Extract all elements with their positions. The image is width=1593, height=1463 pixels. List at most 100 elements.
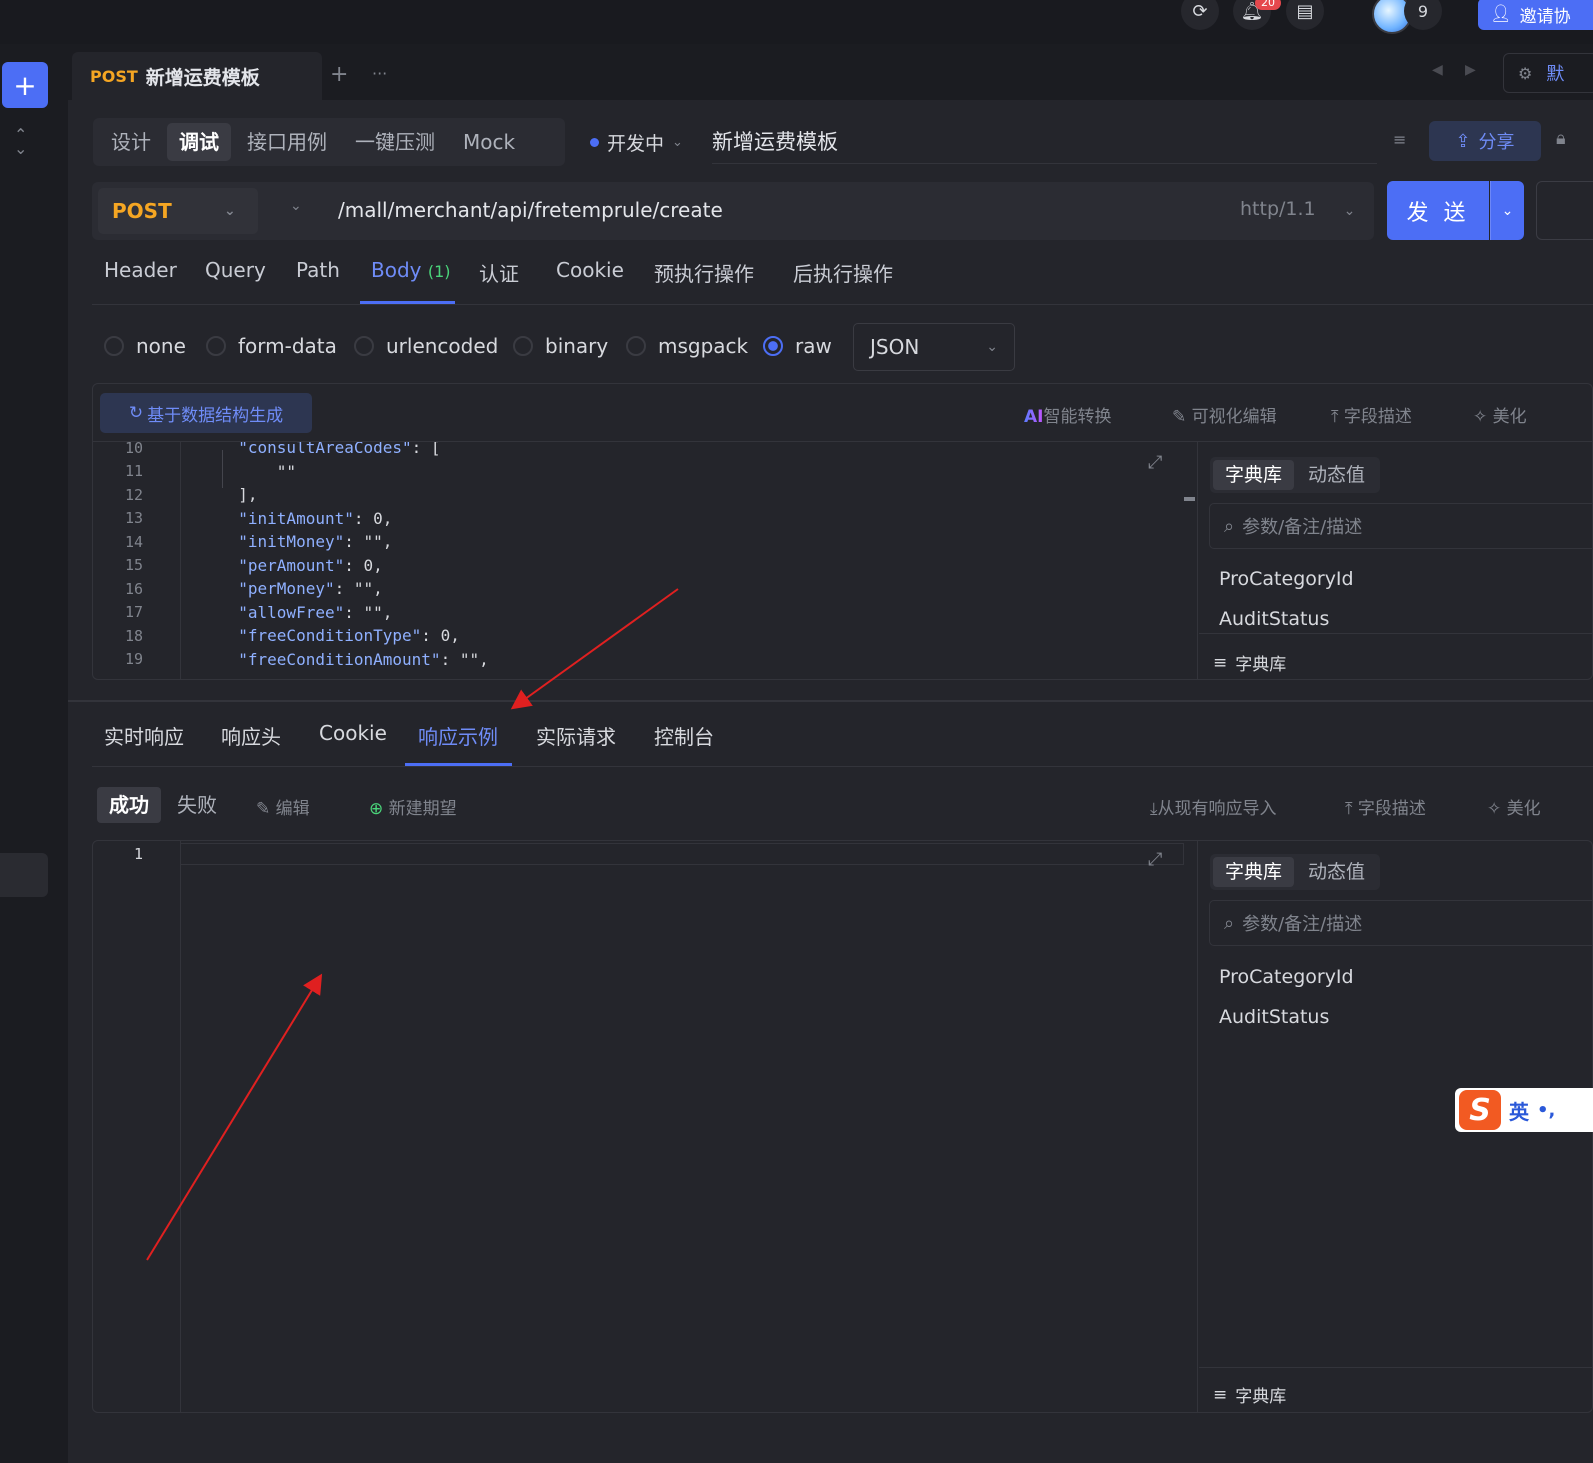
tab-debug[interactable]: 调试 <box>167 123 231 161</box>
tab-realtime-response[interactable]: 实时响应 <box>104 721 184 750</box>
tab-dynamic-values[interactable]: 动态值 <box>1296 460 1377 490</box>
protocol-select[interactable]: http/1.1 ⌄ <box>1240 198 1355 220</box>
raw-format-select[interactable]: JSON ⌄ <box>853 323 1015 371</box>
method-select[interactable]: POST ⌄ <box>98 188 258 234</box>
radio-urlencoded[interactable]: urlencoded <box>354 334 498 358</box>
side-list: ProCategoryId AuditStatus <box>1219 966 1354 1028</box>
tab-next-icon[interactable]: ▶ <box>1465 62 1476 78</box>
add-tab-button[interactable]: + <box>330 62 348 87</box>
radio-form-data[interactable]: form-data <box>206 334 337 358</box>
code-text: "allowFree": "", <box>238 602 393 622</box>
search-placeholder: 参数/备注/描述 <box>1242 914 1363 935</box>
code-line[interactable]: 12 ], <box>93 483 1183 507</box>
divider <box>92 304 1593 305</box>
field-desc-button[interactable]: ⤒ 字段描述 <box>1345 794 1426 819</box>
side-footer[interactable]: ≡ 字典库 <box>1213 650 1286 676</box>
tab-pre-operations[interactable]: 预执行操作 <box>654 258 754 287</box>
radio-binary[interactable]: binary <box>513 334 608 358</box>
list-item[interactable]: AuditStatus <box>1219 1006 1354 1028</box>
tab-body[interactable]: Body (1) <box>371 258 451 282</box>
ai-convert-button[interactable]: AI智能转换 <box>1024 402 1111 427</box>
line-number: 13 <box>124 509 143 528</box>
tab-cookie[interactable]: Cookie <box>556 258 624 282</box>
code-line[interactable]: 10 "consultAreaCodes": [ <box>93 442 1183 460</box>
tab-cases[interactable]: 接口用例 <box>235 123 339 161</box>
code-line[interactable]: 13 "initAmount": 0, <box>93 507 1183 531</box>
save-button[interactable] <box>1536 181 1593 240</box>
tab-actual-request[interactable]: 实际请求 <box>536 721 616 750</box>
code-line[interactable]: 17 "allowFree": "", <box>93 601 1183 625</box>
format-icon[interactable]: ≡ <box>1393 130 1406 149</box>
side-footer[interactable]: ≡ 字典库 <box>1213 1382 1286 1408</box>
url-input[interactable]: /mall/merchant/api/fretemprule/create <box>338 198 723 222</box>
tab-response-example[interactable]: 响应示例 <box>418 721 498 750</box>
radio-raw[interactable]: raw <box>763 334 832 358</box>
beautify-button[interactable]: ✧ 美化 <box>1487 794 1541 819</box>
tab-response-cookie[interactable]: Cookie <box>319 721 387 745</box>
status-selector[interactable]: 开发中 ⌄ <box>590 129 683 156</box>
field-desc-label: 字段描述 <box>1343 407 1412 427</box>
tab-query[interactable]: Query <box>205 258 266 282</box>
code-area[interactable]: 10 "consultAreaCodes": [11 "" 12 ], 13 "in… <box>93 442 1183 679</box>
generate-label: 基于数据结构生成 <box>147 405 284 426</box>
tab-design[interactable]: 设计 <box>99 123 163 161</box>
pane-resizer[interactable] <box>68 700 1593 702</box>
tab-success[interactable]: 成功 <box>97 787 161 823</box>
list-item[interactable]: AuditStatus <box>1219 608 1589 628</box>
send-button[interactable]: 发 送 <box>1387 181 1489 240</box>
tab-path[interactable]: Path <box>296 258 340 282</box>
side-search-input[interactable]: ⌕ 参数/备注/描述 <box>1209 503 1593 549</box>
new-expectation-button[interactable]: ⊕ 新建期望 <box>369 794 457 819</box>
invite-button[interactable]: 👤︎ 邀请协 <box>1478 0 1593 30</box>
tab-fail[interactable]: 失败 <box>165 787 229 823</box>
user-add-icon: 👤︎ <box>1490 4 1512 24</box>
scrollbar-thumb[interactable] <box>1184 497 1195 501</box>
ai-icon: AI <box>1024 407 1044 427</box>
tab-prev-icon[interactable]: ◀ <box>1432 62 1443 78</box>
tab-dictionary[interactable]: 字典库 <box>1213 460 1294 490</box>
tab-dictionary[interactable]: 字典库 <box>1213 857 1294 887</box>
radio-label: urlencoded <box>386 334 499 358</box>
visual-edit-button[interactable]: ✎ 可视化编辑 <box>1172 402 1277 427</box>
code-line[interactable]: 11 "" <box>93 460 1183 484</box>
tab-console[interactable]: 控制台 <box>654 721 714 750</box>
collapse-toggle-icon[interactable]: ⌃ ⌄ <box>14 127 27 157</box>
rail-selected-item[interactable] <box>0 853 48 897</box>
env-prefix-dropdown-icon[interactable]: ⌄ <box>290 198 302 214</box>
tab-post-operations[interactable]: 后执行操作 <box>793 258 893 287</box>
expand-icon[interactable]: ⤢ <box>1148 452 1162 473</box>
tab-mock[interactable]: Mock <box>451 123 527 161</box>
edit-button[interactable]: ✎ 编辑 <box>256 794 310 819</box>
ime-indicator[interactable]: S 英 •, <box>1455 1088 1593 1132</box>
field-desc-button[interactable]: ⤒ 字段描述 <box>1331 402 1412 427</box>
new-button[interactable]: + <box>2 62 48 108</box>
tab-dynamic-values[interactable]: 动态值 <box>1296 857 1377 887</box>
lock-icon[interactable]: 🔒︎ <box>1556 128 1566 149</box>
api-name-field[interactable]: 新增运费模板 <box>712 122 1377 164</box>
settings-icon: ⚙ <box>1518 63 1533 83</box>
share-button[interactable]: ⇪ 分享 <box>1429 121 1541 161</box>
radio-none[interactable]: none <box>104 334 186 358</box>
send-options-button[interactable]: ⌄ <box>1490 181 1524 240</box>
list-item[interactable]: ProCategoryId <box>1219 966 1354 1006</box>
import-response-button[interactable]: ⤓从现有响应导入 <box>1150 794 1277 819</box>
code-line[interactable]: 19 "freeConditionAmount": "", <box>93 648 1183 672</box>
more-tabs-button[interactable]: ··· <box>372 64 387 83</box>
tab-stress-test[interactable]: 一键压测 <box>343 123 447 161</box>
tab-auth[interactable]: 认证 <box>479 258 519 287</box>
radio-msgpack[interactable]: msgpack <box>626 334 748 358</box>
code-line[interactable]: 15 "perAmount": 0, <box>93 554 1183 578</box>
generate-from-schema-button[interactable]: ↻ 基于数据结构生成 <box>100 393 312 433</box>
top-bar <box>0 0 1593 44</box>
tab-new-freight-template[interactable]: POST 新增运费模板 <box>72 52 322 100</box>
expand-icon[interactable]: ⤢ <box>1148 849 1162 870</box>
environment-selector[interactable]: ⚙ 默 <box>1503 53 1593 93</box>
side-search-input[interactable]: ⌕ 参数/备注/描述 <box>1209 900 1593 946</box>
beautify-button[interactable]: ✧ 美化 <box>1473 402 1527 427</box>
list-item[interactable]: ProCategoryId <box>1219 568 1589 608</box>
tab-response-headers[interactable]: 响应头 <box>221 721 281 750</box>
code-line[interactable]: 18 "freeConditionType": 0, <box>93 624 1183 648</box>
code-line[interactable]: 16 "perMoney": "", <box>93 577 1183 601</box>
tab-header[interactable]: Header <box>104 258 177 282</box>
code-line[interactable]: 14 "initMoney": "", <box>93 530 1183 554</box>
